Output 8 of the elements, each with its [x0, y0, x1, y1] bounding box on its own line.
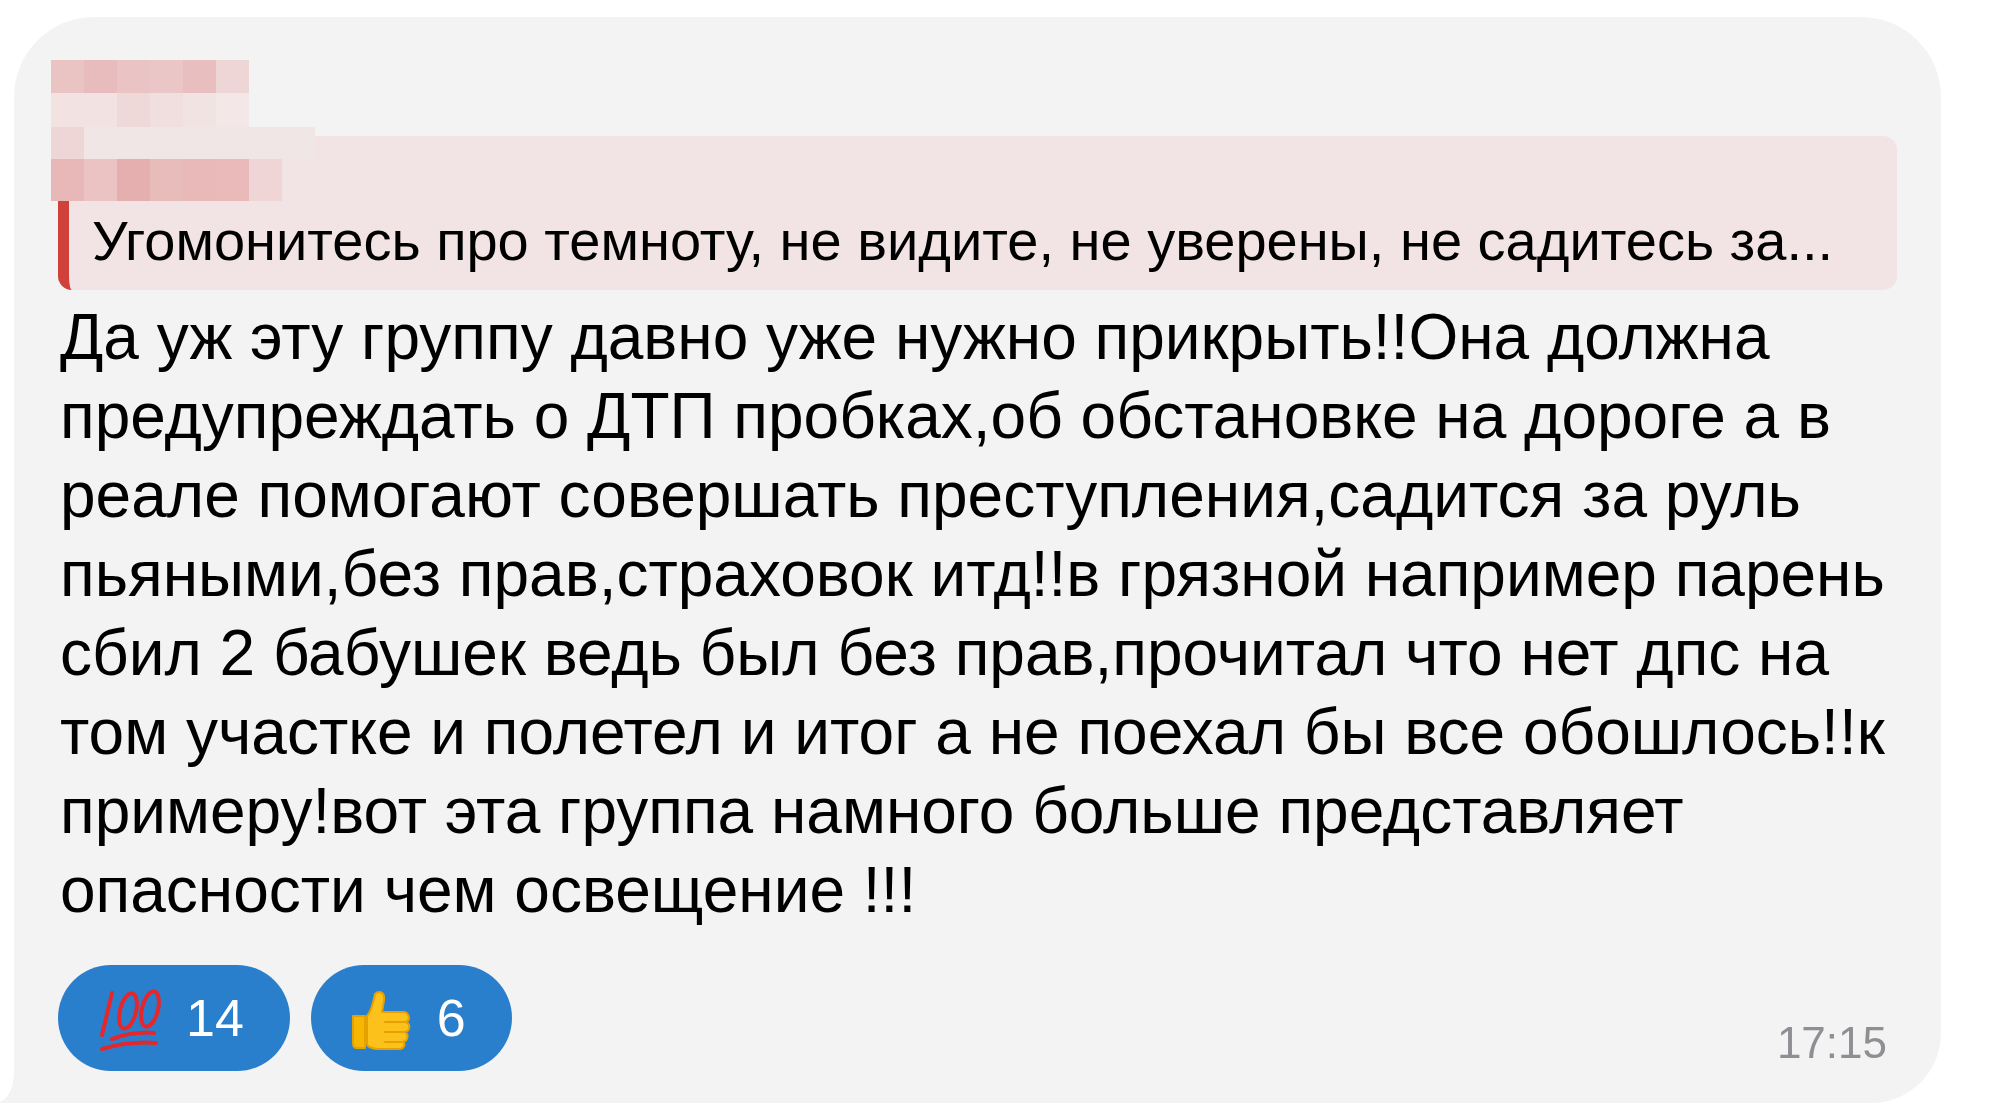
message-time: 17:15 — [1776, 1021, 1887, 1065]
message-text: Да уж эту группу давно уже нужно прикрыть!!Она должна предупреждать о ДТП пробках,об обстановке на дороге а в реале помогают совершать преступления,садится за руль пьяными,без прав,страховок итд!!в грязной например парень сбил 2 бабушек ведь был без прав,прочитал что нет дпс на том участке и полетел и итог а не поехал бы все обошлось!!к примеру!вот эта группа намного больше представляет опасности чем освещение !!! — [59, 300, 1886, 928]
reaction-count: 14 — [186, 992, 244, 1044]
reply-text: Угомонитесь про темноту, не видите, не уверены, не садитесь за... — [92, 210, 1835, 272]
reaction-button[interactable]: 14 — [58, 965, 290, 1071]
reaction-button[interactable]: 6 — [310, 965, 512, 1071]
reaction-count: 6 — [436, 992, 466, 1044]
reply-quote[interactable]: Угомонитесь про темноту, не видите, не уверены, не садитесь за... — [58, 136, 1897, 290]
